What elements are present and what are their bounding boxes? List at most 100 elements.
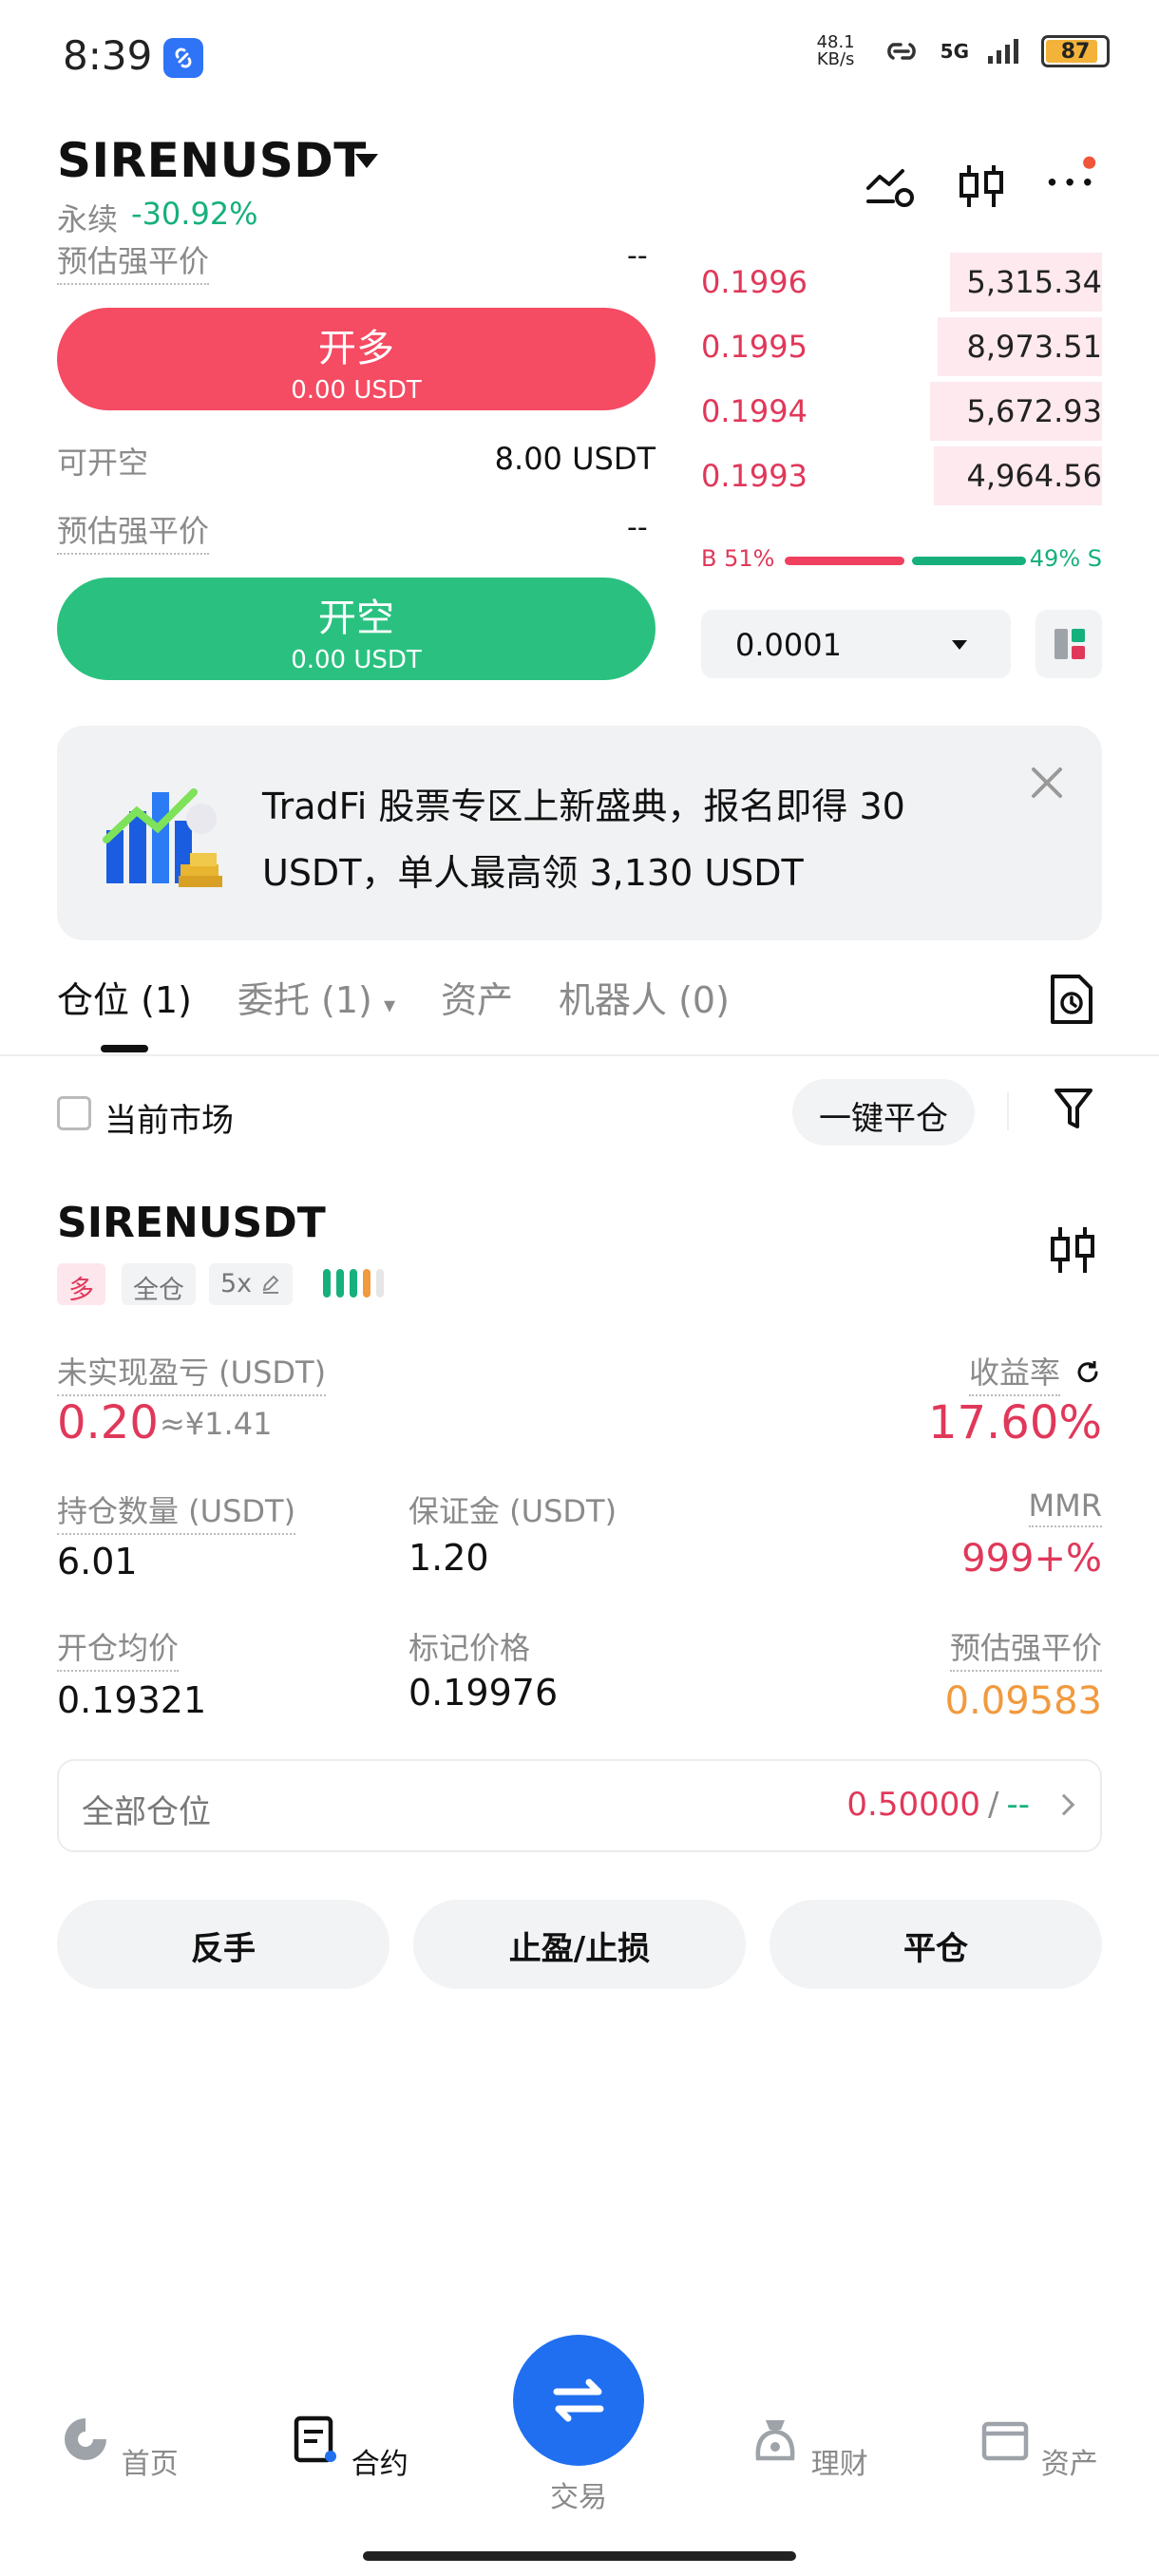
position-symbol: SIRENUSDT: [57, 1199, 326, 1247]
all-positions-dash: --: [1006, 1786, 1030, 1824]
ask-size: 4,964.56: [966, 458, 1103, 494]
current-market-label: 当前市场: [104, 1102, 234, 1140]
divider: [0, 1054, 1159, 1056]
all-positions-row[interactable]: 全部仓位 0.50000 / --: [57, 1759, 1102, 1852]
divider: [1007, 1092, 1009, 1130]
roe-value: 17.60%: [927, 1396, 1102, 1449]
qty-label: 持仓数量 (USDT): [57, 1487, 296, 1535]
mark-price-label: 标记价格: [408, 1630, 531, 1666]
tick-size-value: 0.0001: [735, 627, 842, 663]
home-icon: [65, 2418, 107, 2460]
signal-icon: [988, 39, 1018, 64]
caret-down-icon: [952, 640, 967, 650]
status-icons: 48.1 KB/s 5G 87: [809, 34, 1110, 68]
est-liq-value: --: [627, 239, 648, 273]
tab-assets[interactable]: 资产: [441, 971, 513, 1023]
close-position-button[interactable]: 平仓: [770, 1900, 1102, 1989]
tick-size-select[interactable]: 0.0001: [701, 610, 1011, 678]
tab-orders[interactable]: 委托 (1) ▾: [238, 971, 395, 1023]
contract-type: 永续: [57, 201, 119, 237]
tab-positions[interactable]: 仓位 (1): [57, 971, 192, 1023]
chevron-right-icon: [1053, 1793, 1075, 1816]
est-liq2-value: --: [627, 511, 648, 544]
open-short-button[interactable]: 开空 0.00 USDT: [57, 578, 656, 680]
current-market-checkbox[interactable]: [57, 1096, 91, 1130]
roe-label-row: 收益率: [968, 1349, 1102, 1396]
nav-futures[interactable]: 合约: [287, 2413, 410, 2482]
layout-icon: [1054, 629, 1085, 659]
est-liq2-label: 预估强平价: [57, 507, 210, 555]
promo-banner[interactable]: TradFi 股票专区上新盛典，报名即得 30 USDT，单人最高领 3,130…: [57, 726, 1102, 940]
candlestick-icon[interactable]: [956, 160, 1009, 213]
ask-price: 0.1994: [701, 393, 808, 429]
upl-label: 未实现盈亏 (USDT): [57, 1349, 327, 1396]
buy-ratio-bar: [785, 557, 904, 565]
open-long-label: 开多: [318, 327, 394, 370]
tab-indicator: [101, 1045, 148, 1052]
position-tabs: 仓位 (1) 委托 (1) ▾ 资产 机器人 (0): [57, 971, 730, 1023]
orderbook-layout-button[interactable]: [1036, 610, 1102, 678]
battery-icon: 87: [1041, 35, 1110, 67]
entry-price-value: 0.19321: [57, 1679, 207, 1721]
orderbook-ask-row[interactable]: 0.1994 5,672.93: [701, 382, 1102, 441]
all-positions-value: 0.50000: [846, 1786, 980, 1824]
promo-text: TradFi 股票专区上新盛典，报名即得 30 USDT，单人最高领 3,130…: [262, 786, 905, 894]
orderbook-ask-row[interactable]: 0.1993 4,964.56: [701, 446, 1102, 505]
tab-bots[interactable]: 机器人 (0): [559, 971, 730, 1023]
more-icon[interactable]: [1045, 152, 1098, 205]
orderbook-ask-row[interactable]: 0.1996 5,315.34: [701, 253, 1102, 312]
ask-size: 5,315.34: [966, 264, 1103, 300]
side-tag: 多: [57, 1263, 105, 1305]
liq-price-label: 预估强平价: [949, 1624, 1102, 1672]
buy-ratio: B 51%: [701, 545, 775, 572]
upl-cny: ≈¥1.41: [160, 1406, 273, 1442]
orderbook-ask-row[interactable]: 0.1995 8,973.51: [701, 317, 1102, 376]
qty-value: 6.01: [57, 1541, 138, 1582]
upl-value: 0.20: [57, 1396, 159, 1449]
ask-size: 8,973.51: [966, 329, 1103, 365]
ask-price: 0.1995: [701, 329, 808, 365]
history-icon[interactable]: [1049, 973, 1094, 1026]
open-long-button[interactable]: 开多 0.00 USDT: [57, 308, 656, 410]
mmr-label: MMR: [1028, 1487, 1102, 1527]
price-change: -30.92%: [131, 196, 258, 232]
nav-assets-label: 资产: [1040, 2448, 1098, 2481]
filter-icon[interactable]: [1053, 1085, 1094, 1132]
pair-selector[interactable]: SIRENUSDT: [57, 133, 367, 188]
edit-icon: [262, 1275, 279, 1294]
link-icon: [886, 43, 916, 60]
est-liq-label: 预估强平价: [57, 237, 210, 285]
swap-icon: [553, 2378, 604, 2422]
avail-short-label: 可开空: [57, 445, 149, 481]
mark-price-value: 0.19976: [408, 1672, 559, 1714]
avail-short-value: 8.00 USDT: [494, 441, 656, 477]
nav-earn[interactable]: 理财: [747, 2413, 870, 2482]
tpsl-button[interactable]: 止盈/止损: [413, 1900, 746, 1989]
close-icon[interactable]: [1028, 764, 1066, 802]
leverage-tag[interactable]: 5x: [209, 1263, 293, 1305]
chart-settings-icon[interactable]: [864, 160, 918, 213]
nav-assets[interactable]: 资产: [977, 2413, 1100, 2482]
caret-down-icon[interactable]: [355, 154, 378, 168]
nav-trade-label: 交易: [550, 2481, 607, 2514]
reverse-button[interactable]: 反手: [57, 1900, 390, 1989]
home-indicator: [363, 2551, 796, 2561]
refresh-icon[interactable]: [1074, 1358, 1102, 1387]
candlestick-icon[interactable]: [1049, 1223, 1098, 1277]
nav-home[interactable]: 首页: [57, 2413, 180, 2482]
ask-size: 5,672.93: [966, 393, 1103, 429]
trade-button[interactable]: [513, 2335, 644, 2466]
all-positions-separator: /: [987, 1786, 999, 1824]
ask-price: 0.1996: [701, 264, 808, 300]
margin-label: 保证金 (USDT): [408, 1493, 618, 1529]
mmr-value: 999+%: [961, 1537, 1102, 1581]
open-short-label: 开空: [318, 597, 394, 640]
ask-price: 0.1993: [701, 458, 808, 494]
nav-futures-label: 合约: [351, 2448, 408, 2481]
wallet-icon: [981, 2421, 1029, 2461]
promo-chart-icon: [103, 788, 222, 887]
close-all-button[interactable]: 一键平仓: [792, 1079, 975, 1146]
futures-icon: [294, 2415, 337, 2463]
sell-ratio-bar: [912, 557, 1026, 565]
app-notification-icon: [163, 38, 203, 78]
